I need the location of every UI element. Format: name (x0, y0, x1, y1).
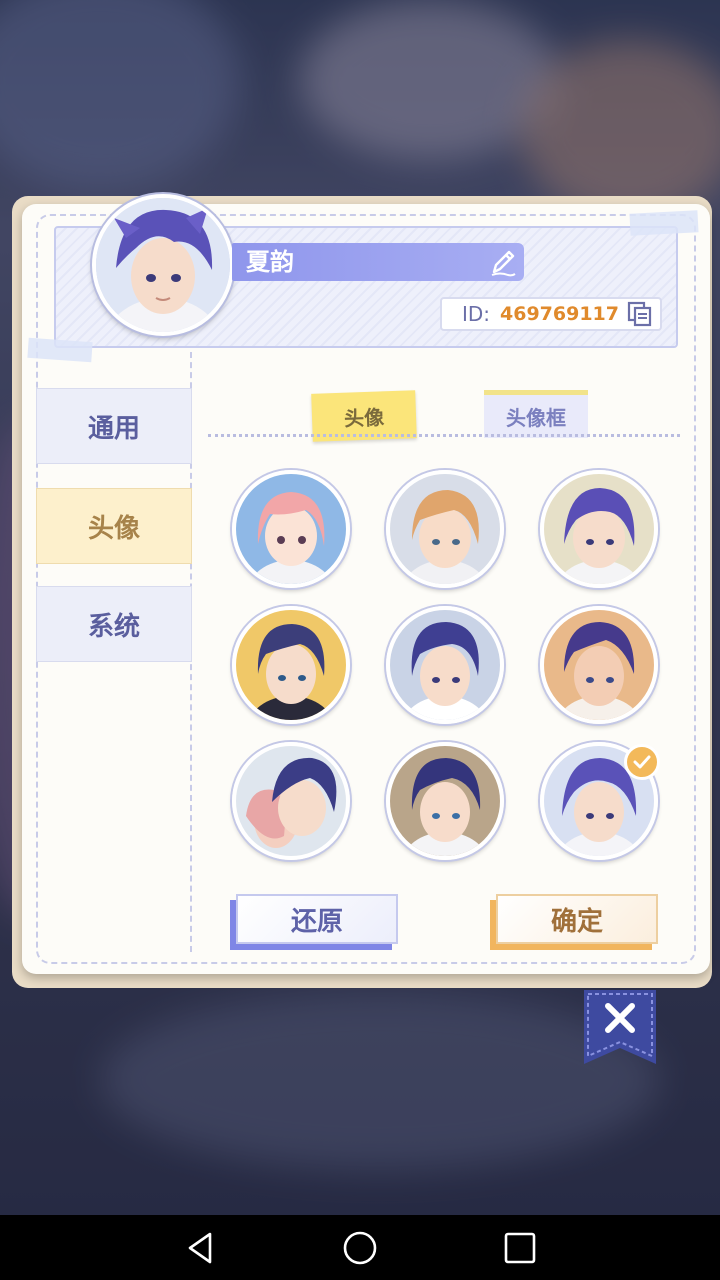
avatar-option[interactable] (232, 742, 354, 864)
sidebar-item-general[interactable]: 通用 (36, 388, 192, 464)
copy-icon[interactable] (626, 300, 654, 328)
sidebar-item-system[interactable]: 系统 (36, 586, 192, 662)
avatar-option-image (386, 470, 504, 588)
nav-home-icon[interactable] (342, 1230, 378, 1266)
avatar-option[interactable] (386, 606, 508, 728)
avatar-option[interactable] (386, 470, 508, 592)
avatar-option-image (232, 742, 350, 860)
id-label: ID: (462, 302, 491, 326)
avatar-option-image (386, 606, 504, 724)
current-avatar[interactable] (92, 194, 234, 336)
nav-back-icon[interactable] (182, 1230, 218, 1266)
player-name: 夏韵 (246, 248, 294, 276)
avatar-option-image (232, 470, 350, 588)
nav-recents-icon[interactable] (502, 1230, 538, 1266)
avatar-option-image (386, 742, 504, 860)
tab-underline (208, 434, 680, 437)
tab-avatar-frame[interactable]: 头像框 (484, 390, 588, 438)
avatar-option[interactable] (232, 606, 354, 728)
avatar-option-image (540, 606, 658, 724)
confirm-button[interactable]: 确定 (496, 894, 658, 944)
avatar-portrait-image (96, 198, 230, 332)
close-button[interactable] (584, 990, 656, 1064)
check-icon (633, 755, 651, 769)
avatar-option[interactable] (540, 470, 662, 592)
sidebar-item-avatar[interactable]: 头像 (36, 488, 192, 564)
tape-decoration (629, 210, 699, 236)
avatar-option[interactable] (232, 470, 354, 592)
avatar-option[interactable] (540, 606, 662, 728)
id-value: 469769117 (500, 303, 619, 325)
selected-check-badge (624, 744, 660, 780)
edit-pencil-icon[interactable] (486, 246, 518, 278)
restore-button[interactable]: 还原 (236, 894, 398, 944)
avatar-option-image (232, 606, 350, 724)
avatar-option[interactable] (386, 742, 508, 864)
avatar-option-image (540, 470, 658, 588)
